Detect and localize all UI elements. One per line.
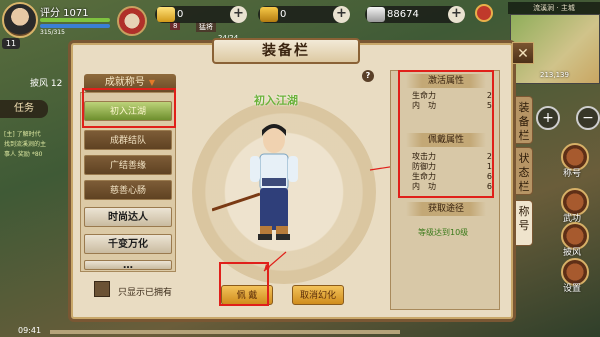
attr-name: 攻击力 (412, 152, 436, 161)
annotation-arrows (263, 163, 397, 272)
active-attributes-header: 激活属性 (406, 74, 486, 88)
attr-row: 生命力 6 (412, 172, 504, 182)
attr-row: 生命力 2 (412, 91, 504, 101)
obtain-method-header: 获取途径 (406, 202, 486, 216)
obtain-method-text: 等级达到10级 (418, 228, 469, 237)
attr-value: 6 (486, 172, 492, 181)
wear-attributes-header: 佩戴属性 (406, 133, 486, 147)
attr-name: 生命力 (412, 172, 436, 181)
attr-row: 防御力 1 (412, 162, 504, 172)
annotation-arrowhead (264, 264, 270, 271)
attr-value: 5 (486, 101, 492, 110)
attr-value: 2 (486, 91, 492, 100)
attr-name: 生命力 (412, 91, 436, 100)
attr-value: 1 (486, 162, 492, 171)
attr-row: 内 功 6 (412, 182, 504, 192)
attr-value: 6 (486, 182, 492, 191)
attr-value: 2 (486, 152, 492, 161)
attr-name: 内 功 (412, 182, 436, 191)
attr-row: 攻击力 2 (412, 152, 504, 162)
attr-row: 内 功 5 (412, 101, 504, 111)
attr-name: 内 功 (412, 101, 436, 110)
attr-name: 防御力 (412, 162, 436, 171)
